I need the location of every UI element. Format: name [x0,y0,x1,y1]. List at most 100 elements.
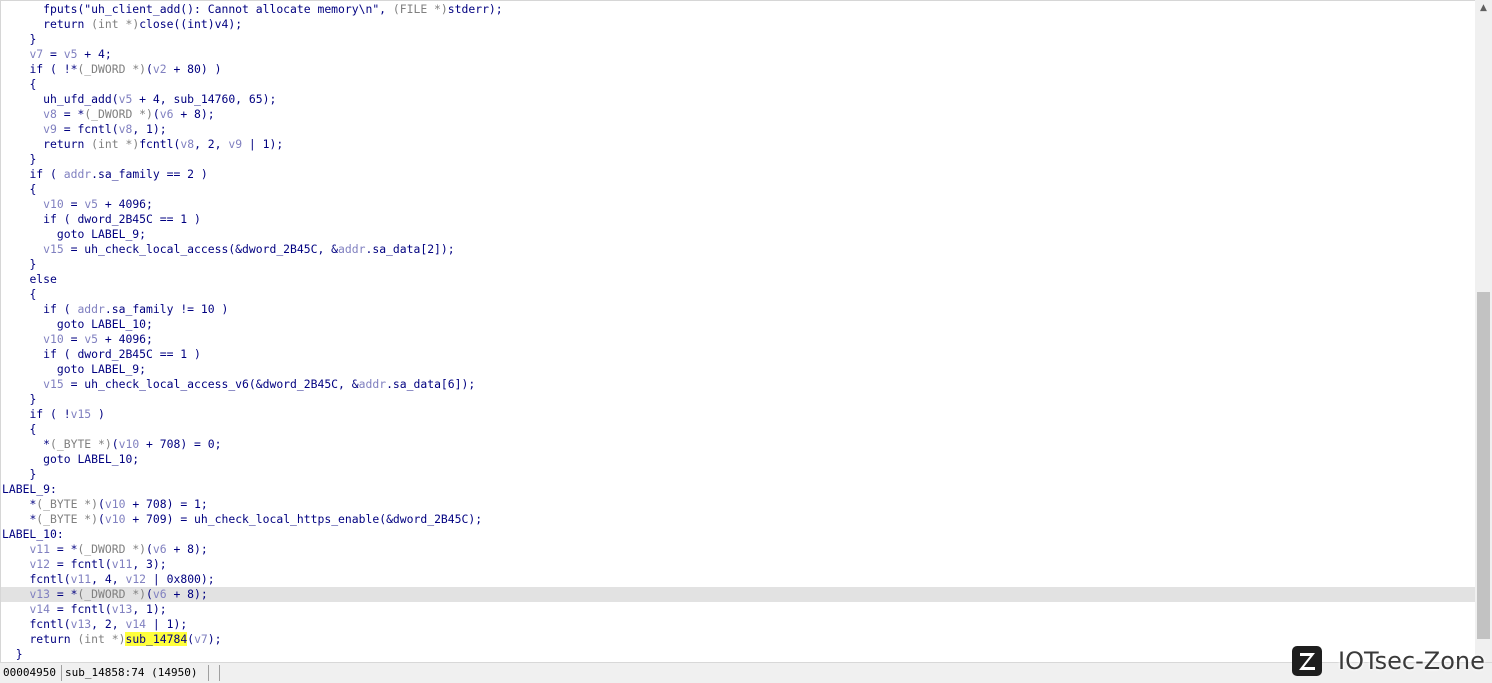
code-token[interactable]: v14 [125,617,146,631]
code-line[interactable]: goto LABEL_9; [1,362,1475,377]
code-token[interactable]: if ( !* [29,62,77,76]
code-token[interactable]: v15 [43,377,64,391]
code-token[interactable]: + 709) = uh_check_local_https_enable(&dw… [125,512,482,526]
code-line[interactable]: uh_ufd_add(v5 + 4, sub_14760, 65); [1,92,1475,107]
code-token[interactable]: if ( ! [29,407,70,421]
code-token[interactable]: return [43,17,91,31]
code-token[interactable]: v6 [153,542,167,556]
code-token[interactable]: + 8); [167,587,207,601]
code-token[interactable]: } [29,467,36,481]
code-line[interactable]: LABEL_9: [1,482,1475,497]
code-token[interactable]: | 1); [146,617,187,631]
code-token[interactable]: ); [208,632,222,646]
code-line[interactable]: v15 = uh_check_local_access(&dword_2B45C… [1,242,1475,257]
code-line[interactable]: { [1,422,1475,437]
code-token[interactable]: else [29,272,56,286]
code-token[interactable]: ( [98,512,105,526]
code-token[interactable]: .sa_family != 10 ) [105,302,228,316]
code-token[interactable]: (int *) [77,632,125,646]
code-token[interactable]: , 2, [91,617,125,631]
code-token[interactable]: return [43,137,91,151]
code-token[interactable]: v2 [153,62,167,76]
code-token[interactable]: v7 [194,632,208,646]
code-token[interactable]: v13 [29,587,50,601]
code-line[interactable]: v12 = fcntl(v11, 3); [1,557,1475,572]
code-token[interactable]: v11 [29,542,50,556]
code-line[interactable]: *(_BYTE *)(v10 + 708) = 0; [1,437,1475,452]
highlighted-identifier[interactable]: sub_14784 [125,632,188,646]
code-token[interactable]: ( [146,542,153,556]
code-token[interactable]: addr [338,242,365,256]
code-line[interactable]: goto LABEL_10; [1,317,1475,332]
code-token[interactable]: .sa_data[6]); [386,377,475,391]
code-token[interactable]: v10 [105,512,126,526]
code-token[interactable]: = fcntl( [50,602,112,616]
pseudocode-view[interactable]: fputs("uh_client_add(): Cannot allocate … [0,0,1475,662]
code-token[interactable]: if ( dword_2B45C == 1 ) [43,212,201,226]
code-token[interactable]: v11 [71,572,92,586]
code-token[interactable]: + 708) = 1; [125,497,207,511]
code-token[interactable]: goto LABEL_9; [57,227,146,241]
code-token[interactable]: v14 [29,602,50,616]
code-token[interactable]: if ( [43,302,77,316]
code-token[interactable]: = uh_check_local_access(&dword_2B45C, & [64,242,338,256]
code-token[interactable]: if ( dword_2B45C == 1 ) [43,347,201,361]
code-token[interactable]: (int *) [91,17,139,31]
code-line[interactable]: if ( dword_2B45C == 1 ) [1,347,1475,362]
code-token[interactable]: .sa_family == 2 ) [91,167,208,181]
code-token[interactable]: ( [146,587,153,601]
code-token[interactable]: + 4; [77,47,111,61]
code-token[interactable]: addr [77,302,104,316]
code-token[interactable]: (FILE *) [393,2,448,16]
code-token[interactable]: v8 [119,122,133,136]
code-token[interactable]: } [29,392,36,406]
code-line[interactable]: if ( dword_2B45C == 1 ) [1,212,1475,227]
code-token[interactable]: | 0x800); [146,572,215,586]
code-line[interactable]: } [1,647,1475,662]
code-token[interactable]: .sa_data[2]); [365,242,454,256]
code-token[interactable]: v5 [84,197,98,211]
code-token[interactable]: fcntl( [29,572,70,586]
code-token[interactable]: | 1); [242,137,283,151]
code-line[interactable]: if ( !*(_DWORD *)(v2 + 80) ) [1,62,1475,77]
code-line[interactable]: } [1,152,1475,167]
code-token[interactable]: stderr); [448,2,503,16]
code-line[interactable]: } [1,257,1475,272]
code-token[interactable]: v10 [119,437,140,451]
code-line[interactable]: v10 = v5 + 4096; [1,197,1475,212]
code-token[interactable]: + 80) ) [167,62,221,76]
code-token[interactable]: v15 [43,242,64,256]
code-token[interactable]: ( [153,107,160,121]
code-token[interactable]: { [29,287,36,301]
code-line[interactable]: fcntl(v13, 2, v14 | 1); [1,617,1475,632]
code-token[interactable]: v11 [112,557,133,571]
code-token[interactable]: (_DWORD *) [77,62,146,76]
code-token[interactable]: LABEL_9: [2,482,57,496]
code-token[interactable]: , 2, [194,137,228,151]
code-token[interactable]: if ( [29,167,63,181]
scrollbar-thumb[interactable] [1477,292,1490,639]
code-line[interactable]: goto LABEL_9; [1,227,1475,242]
code-token[interactable]: uh_ufd_add( [43,92,118,106]
code-token[interactable]: * [43,437,50,451]
code-line[interactable]: v10 = v5 + 4096; [1,332,1475,347]
code-line[interactable]: goto LABEL_10; [1,452,1475,467]
code-line[interactable]: *(_BYTE *)(v10 + 709) = uh_check_local_h… [1,512,1475,527]
code-token[interactable]: , 3); [132,557,166,571]
code-line[interactable]: fcntl(v11, 4, v12 | 0x800); [1,572,1475,587]
code-token[interactable]: { [29,422,36,436]
code-line[interactable]: v11 = *(_DWORD *)(v6 + 8); [1,542,1475,557]
code-token[interactable]: addr [359,377,386,391]
code-token[interactable]: fputs("uh_client_add(): Cannot allocate … [43,2,393,16]
code-token[interactable]: v10 [43,332,64,346]
code-token[interactable]: v10 [105,497,126,511]
code-token[interactable]: = uh_check_local_access_v6(&dword_2B45C,… [64,377,359,391]
code-token[interactable]: } [29,257,36,271]
code-token[interactable]: return [29,632,77,646]
code-token[interactable]: + 4096; [98,197,153,211]
code-token[interactable]: v12 [29,557,50,571]
code-line[interactable]: v7 = v5 + 4; [1,47,1475,62]
code-line[interactable]: v8 = *(_DWORD *)(v6 + 8); [1,107,1475,122]
code-line[interactable]: if ( addr.sa_family != 10 ) [1,302,1475,317]
code-line[interactable]: } [1,32,1475,47]
